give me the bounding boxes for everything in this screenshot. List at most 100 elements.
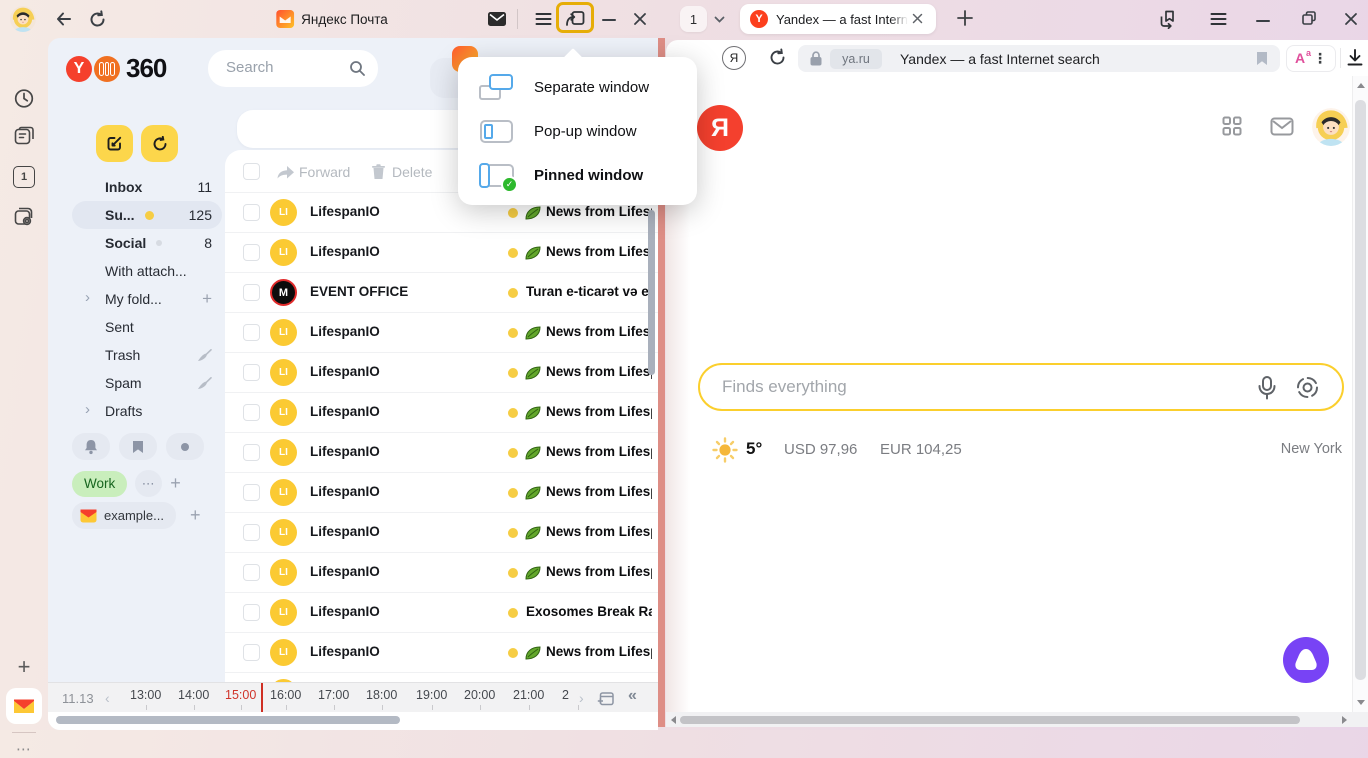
timeline-next-icon[interactable]: ›	[579, 690, 584, 706]
mail-icon[interactable]	[1270, 117, 1294, 136]
browser-menu-icon[interactable]	[1210, 12, 1227, 26]
side-panels-icon[interactable]	[1158, 9, 1178, 29]
folder-su[interactable]: Su...125	[72, 201, 222, 229]
timeline-time[interactable]: 13:00	[130, 688, 161, 702]
chevron-right-icon[interactable]: ›	[85, 289, 90, 306]
address-bar[interactable]: ya.ru Yandex — a fast Internet search	[798, 45, 1280, 72]
history-icon[interactable]	[14, 88, 35, 109]
rail-more-icon[interactable]: ⋯	[16, 740, 32, 758]
message-row[interactable]: LILifespanIONews from Lifesp	[225, 632, 658, 672]
message-checkbox[interactable]	[243, 324, 260, 341]
timeline-time[interactable]: 19:00	[416, 688, 447, 702]
image-search-icon[interactable]	[1295, 375, 1320, 400]
apps-grid-icon[interactable]	[1222, 116, 1242, 136]
message-row[interactable]: LILifespanIONews from Lifesp	[225, 512, 658, 552]
message-row[interactable]: LILifespanIONews from Lifesp	[225, 552, 658, 592]
message-row[interactable]: LILifespanIONews from Lifesp	[225, 312, 658, 352]
usd-rate[interactable]: USD 97,96	[784, 441, 857, 458]
folder-spam[interactable]: Spam	[72, 369, 222, 397]
browser-restore-button[interactable]	[1301, 10, 1317, 26]
download-icon[interactable]	[1346, 48, 1364, 67]
voice-search-icon[interactable]	[1256, 375, 1278, 400]
city-label[interactable]: New York	[1281, 441, 1342, 457]
timeline-time[interactable]: 15:00	[225, 688, 256, 702]
tab-counter-button[interactable]: 1	[680, 6, 707, 32]
screenshot-icon[interactable]	[13, 206, 35, 227]
message-checkbox[interactable]	[243, 484, 260, 501]
folder-sent[interactable]: Sent	[72, 313, 222, 341]
page-search-input[interactable]	[720, 376, 1224, 398]
browser-close-button[interactable]	[1343, 11, 1359, 27]
add-account-icon[interactable]: +	[190, 505, 201, 526]
message-checkbox[interactable]	[243, 644, 260, 661]
reminders-bell-icon[interactable]	[72, 433, 110, 460]
timeline-time[interactable]: 17:00	[318, 688, 349, 702]
weather-temp[interactable]: 5°	[746, 439, 762, 459]
tabs-count-button[interactable]: 1	[13, 166, 35, 188]
folder-inbox[interactable]: Inbox11	[72, 173, 222, 201]
chevron-right-icon[interactable]: ›	[85, 401, 90, 418]
user-avatar[interactable]	[10, 6, 36, 32]
menu-item-pop-up-window[interactable]: Pop-up window	[458, 109, 697, 153]
message-row[interactable]: LILifespanIONews from Lifesp	[225, 352, 658, 392]
yandex-page-logo[interactable]: Я	[697, 105, 743, 151]
message-checkbox[interactable]	[243, 444, 260, 461]
account-pill[interactable]: example...	[72, 502, 176, 529]
rail-add-icon[interactable]: +	[18, 654, 31, 680]
browser-minimize-button[interactable]	[1256, 19, 1270, 23]
yandex-home-button[interactable]: Я	[722, 46, 746, 70]
menu-item-pinned-window[interactable]: ✓Pinned window	[458, 153, 697, 197]
scroll-down-icon[interactable]	[1357, 700, 1365, 705]
bookmark-icon[interactable]	[1256, 51, 1268, 66]
add-label-icon[interactable]: +	[170, 473, 181, 494]
broom-icon[interactable]	[197, 349, 212, 362]
message-checkbox[interactable]	[243, 364, 260, 381]
yandex-logo-icon[interactable]: Y	[66, 56, 92, 82]
folder-social[interactable]: Social8	[72, 229, 222, 257]
search-icon[interactable]	[349, 60, 365, 76]
message-row[interactable]: LILifespanIONews from Lifesp	[225, 472, 658, 512]
new-tab-icon[interactable]	[956, 9, 974, 27]
url-domain[interactable]: ya.ru	[830, 49, 882, 69]
menu-item-separate-window[interactable]: Separate window	[458, 65, 697, 109]
folder-trash[interactable]: Trash	[72, 341, 222, 369]
timeline-time[interactable]: 20:00	[464, 688, 495, 702]
tab-list-chevron-icon[interactable]	[714, 16, 725, 23]
minimize-button[interactable]	[602, 18, 616, 22]
mail-vertical-scrollbar[interactable]	[648, 210, 655, 375]
message-row[interactable]: LILifespanIOExosomes Break Rat	[225, 592, 658, 632]
scroll-right-icon[interactable]	[1342, 716, 1347, 724]
message-checkbox[interactable]	[243, 244, 260, 261]
message-checkbox[interactable]	[243, 524, 260, 541]
message-checkbox[interactable]	[243, 564, 260, 581]
labels-more-icon[interactable]: ⋯	[135, 470, 162, 497]
bookmark-pill-icon[interactable]	[119, 433, 157, 460]
message-checkbox[interactable]	[243, 284, 260, 301]
add-event-icon[interactable]	[597, 691, 614, 706]
mail-envelope-icon[interactable]	[487, 11, 507, 27]
broom-icon[interactable]	[197, 377, 212, 390]
folder-drafts[interactable]: ›Drafts	[72, 397, 222, 425]
timeline-time[interactable]: 2	[562, 688, 569, 702]
page-refresh-button[interactable]	[768, 48, 787, 67]
compose-button[interactable]	[96, 125, 133, 162]
forward-button[interactable]: Forward	[299, 164, 350, 180]
timeline-time[interactable]: 18:00	[366, 688, 397, 702]
active-tab[interactable]: Y Yandex — a fast Interne	[740, 4, 936, 34]
message-row[interactable]: MEVENT OFFICETuran e-ticarət və e-	[225, 272, 658, 312]
message-checkbox[interactable]	[243, 604, 260, 621]
back-button[interactable]	[54, 9, 74, 29]
dot-pill-icon[interactable]	[166, 433, 204, 460]
address-more-icon[interactable]: ⋮	[1313, 50, 1327, 67]
eur-rate[interactable]: EUR 104,25	[880, 441, 962, 458]
notes-icon[interactable]	[14, 126, 35, 146]
refresh-button[interactable]	[88, 10, 107, 29]
mail-search-input[interactable]	[224, 58, 346, 77]
timeline-time[interactable]: 14:00	[178, 688, 209, 702]
mail-app-icon[interactable]	[6, 688, 42, 724]
tab-close-icon[interactable]	[912, 13, 923, 24]
menu-hamburger-icon[interactable]	[535, 12, 552, 26]
message-checkbox[interactable]	[243, 404, 260, 421]
add-folder-icon[interactable]: +	[202, 289, 212, 309]
message-row[interactable]: LILifespanIONews from Lifesp	[225, 232, 658, 272]
